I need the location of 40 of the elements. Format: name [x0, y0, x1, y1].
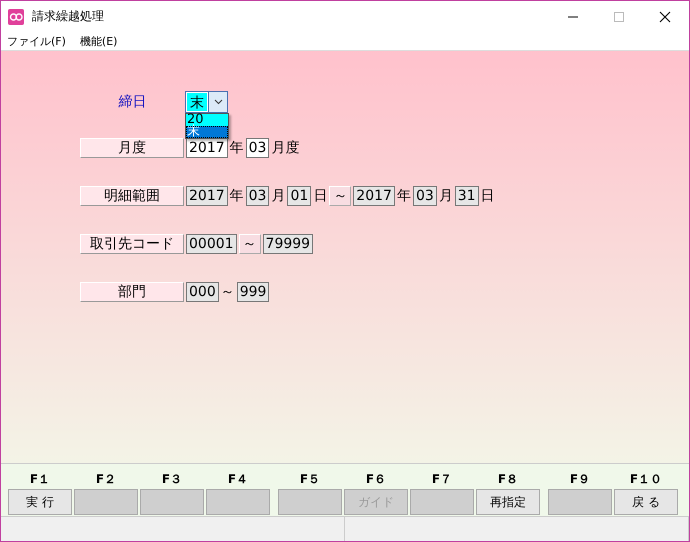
maximize-icon[interactable] — [613, 10, 625, 22]
range-separator: ～ — [238, 234, 261, 254]
range-separator: ～ — [329, 186, 352, 206]
field-label: 月度 — [80, 138, 184, 158]
dropdown-option[interactable]: 20 — [186, 114, 228, 126]
menu-item[interactable]: 機能(E) — [80, 34, 118, 48]
menu-item[interactable]: ファイル(F) — [7, 34, 66, 48]
unit-label: 月度 — [271, 138, 300, 158]
function-key-label: F１ — [30, 472, 50, 486]
field-label: 明細範囲 — [80, 186, 184, 206]
close-icon[interactable] — [659, 10, 671, 22]
function-button[interactable]: 再指定 — [476, 489, 540, 515]
unit-label: 月 — [438, 186, 453, 206]
closing-day-label: 締日 — [118, 93, 148, 111]
function-key-label: F８ — [498, 472, 518, 486]
function-button[interactable]: 実 行 — [8, 489, 72, 515]
input-field[interactable]: 03 — [246, 138, 270, 158]
unit-label: ～ — [220, 282, 235, 302]
input-field[interactable]: 2017 — [186, 138, 228, 158]
function-key-label: F７ — [432, 472, 452, 486]
unit-label: 日 — [480, 186, 495, 206]
function-key-label: F９ — [570, 472, 590, 486]
unit-label: 年 — [396, 186, 411, 206]
field-label: 取引先コード — [80, 234, 184, 254]
app-logo-icon — [8, 8, 24, 24]
unit-label: 月 — [271, 186, 286, 206]
field-label: 部門 — [80, 282, 184, 302]
unit-label: 日 — [313, 186, 328, 206]
function-key-label: F３ — [162, 472, 182, 486]
function-key-label: F６ — [366, 472, 386, 486]
unit-label: 年 — [230, 138, 244, 158]
window-title: 請求繰越処理 — [32, 8, 104, 25]
function-button[interactable]: 戻 る — [614, 489, 678, 515]
chevron-down-icon — [214, 99, 222, 105]
dropdown-option[interactable]: 末 — [186, 126, 228, 138]
function-key-label: F１０ — [630, 472, 662, 486]
function-key-label: F５ — [300, 472, 320, 486]
function-key-label: F２ — [96, 472, 116, 486]
unit-label: 年 — [230, 186, 244, 206]
function-key-label: F４ — [228, 472, 248, 486]
